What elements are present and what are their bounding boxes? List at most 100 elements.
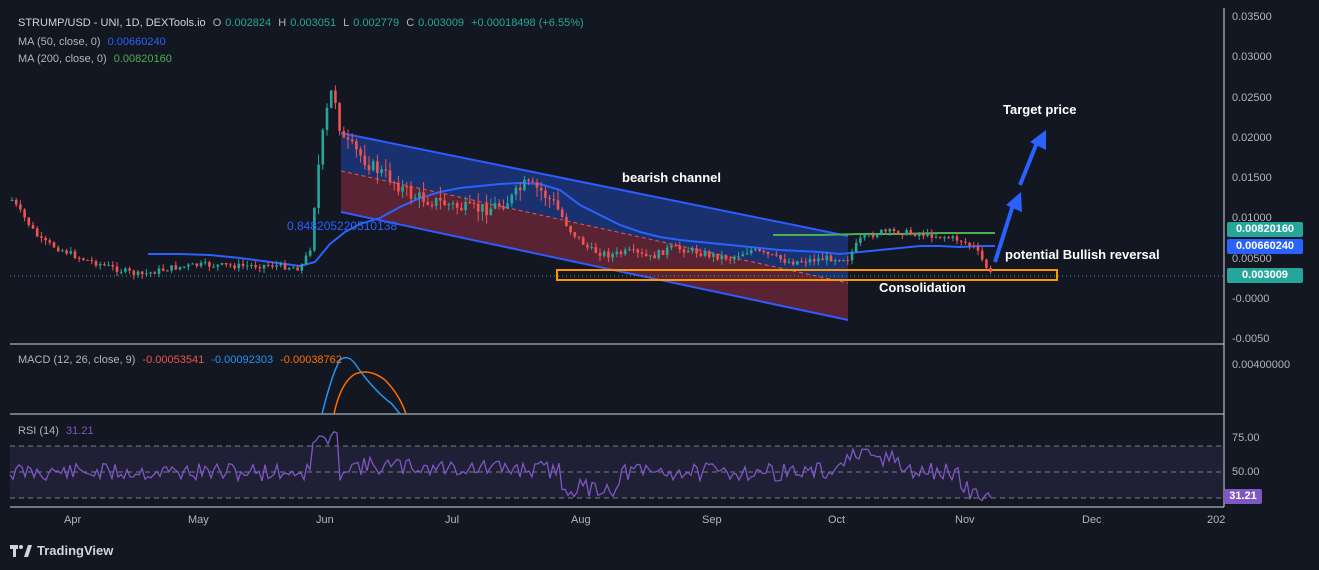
legend-ma50-row[interactable]: MA (50, close, 0) 0.00660240	[18, 36, 170, 48]
symbol-label[interactable]: STRUMP/USD - UNI, 1D, DEXTools.io	[18, 17, 206, 29]
candle[interactable]	[376, 161, 379, 173]
candle[interactable]	[976, 246, 980, 251]
candle[interactable]	[913, 233, 917, 237]
candle[interactable]	[682, 249, 686, 253]
candle[interactable]	[989, 267, 992, 272]
candle[interactable]	[271, 265, 274, 267]
candle[interactable]	[758, 249, 761, 252]
candle[interactable]	[590, 247, 593, 249]
candle[interactable]	[762, 251, 766, 253]
candle[interactable]	[481, 204, 484, 212]
candle[interactable]	[896, 231, 900, 235]
candle[interactable]	[640, 252, 644, 254]
candle[interactable]	[539, 187, 543, 191]
candle[interactable]	[61, 250, 64, 252]
candle[interactable]	[691, 248, 694, 251]
candle[interactable]	[52, 242, 56, 248]
candle[interactable]	[245, 265, 249, 267]
candle[interactable]	[905, 230, 908, 236]
candle[interactable]	[523, 179, 526, 191]
candle[interactable]	[665, 247, 669, 255]
candle[interactable]	[745, 253, 749, 255]
candle[interactable]	[346, 137, 350, 140]
candle[interactable]	[670, 245, 673, 248]
candle[interactable]	[531, 181, 535, 183]
candle[interactable]	[817, 258, 820, 262]
candle[interactable]	[124, 268, 127, 272]
candle[interactable]	[27, 217, 31, 225]
candle[interactable]	[170, 265, 173, 271]
candle[interactable]	[598, 252, 602, 256]
candle[interactable]	[674, 245, 677, 247]
candle[interactable]	[615, 251, 619, 255]
candle[interactable]	[342, 130, 346, 138]
candle[interactable]	[334, 90, 337, 104]
candle[interactable]	[602, 251, 606, 256]
candle[interactable]	[23, 209, 26, 218]
candle[interactable]	[321, 129, 325, 165]
candle[interactable]	[434, 197, 438, 206]
candle[interactable]	[157, 268, 161, 274]
candle[interactable]	[380, 169, 383, 173]
candle[interactable]	[737, 256, 740, 258]
candle[interactable]	[19, 204, 22, 210]
candle[interactable]	[959, 240, 963, 242]
candle[interactable]	[497, 203, 501, 207]
candle[interactable]	[779, 255, 782, 260]
candle[interactable]	[875, 234, 879, 238]
candle[interactable]	[208, 262, 211, 267]
candle[interactable]	[279, 263, 283, 266]
candle[interactable]	[178, 266, 182, 270]
candle[interactable]	[485, 204, 488, 216]
candle[interactable]	[951, 236, 955, 239]
candle[interactable]	[699, 253, 703, 256]
candle[interactable]	[77, 258, 81, 260]
candle[interactable]	[69, 251, 73, 254]
candle[interactable]	[854, 242, 858, 252]
candle[interactable]	[187, 264, 190, 267]
candle[interactable]	[678, 245, 682, 250]
candle[interactable]	[460, 207, 463, 211]
candle[interactable]	[707, 251, 711, 257]
candle[interactable]	[367, 165, 371, 171]
candle[interactable]	[846, 260, 850, 262]
candle[interactable]	[972, 245, 976, 247]
candle[interactable]	[392, 182, 396, 184]
candle[interactable]	[250, 265, 253, 267]
candle[interactable]	[586, 244, 589, 248]
candle[interactable]	[489, 208, 493, 216]
legend-ma200-row[interactable]: MA (200, close, 0) 0.00820160	[18, 53, 176, 65]
candle[interactable]	[884, 229, 887, 232]
candle[interactable]	[338, 103, 341, 131]
candle[interactable]	[787, 261, 791, 263]
candle[interactable]	[35, 228, 39, 237]
candle[interactable]	[703, 251, 707, 256]
candle[interactable]	[10, 199, 14, 201]
candle[interactable]	[955, 236, 959, 241]
candle[interactable]	[447, 204, 451, 206]
candle[interactable]	[565, 216, 568, 226]
candle[interactable]	[535, 182, 539, 188]
candle[interactable]	[254, 265, 257, 268]
candle[interactable]	[384, 169, 388, 171]
candle[interactable]	[237, 263, 241, 269]
candle[interactable]	[947, 237, 950, 239]
candle[interactable]	[581, 237, 585, 245]
candle[interactable]	[44, 237, 47, 241]
bearish-channel-label[interactable]: bearish channel	[622, 170, 721, 185]
candle[interactable]	[527, 179, 530, 182]
candle[interactable]	[82, 258, 85, 260]
candle[interactable]	[934, 236, 938, 238]
candle[interactable]	[439, 197, 442, 201]
candle[interactable]	[821, 258, 824, 261]
candle[interactable]	[901, 234, 904, 236]
candle[interactable]	[636, 249, 640, 253]
candle[interactable]	[119, 271, 123, 273]
candle[interactable]	[766, 251, 770, 255]
candle[interactable]	[544, 190, 547, 198]
candle[interactable]	[783, 259, 787, 263]
candle[interactable]	[145, 273, 148, 275]
candle[interactable]	[917, 233, 921, 237]
chart-canvas[interactable]	[0, 0, 1319, 570]
tradingview-brand[interactable]: TradingView	[10, 543, 113, 558]
